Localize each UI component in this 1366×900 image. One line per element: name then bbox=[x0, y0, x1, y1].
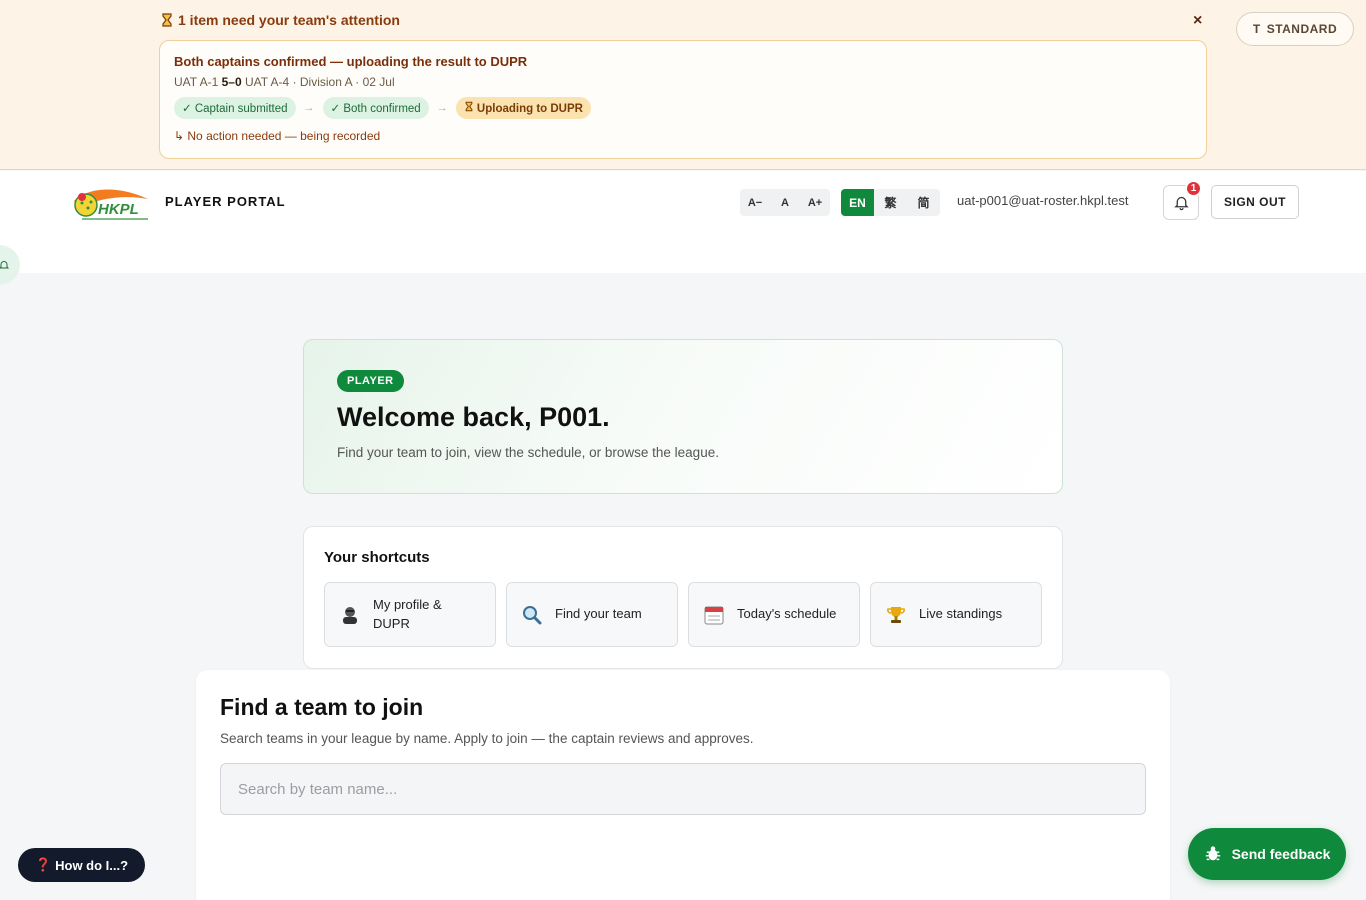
user-email: uat-p001@uat-roster.hkpl.test bbox=[957, 193, 1129, 208]
banner-title: 1 item need your team's attention bbox=[160, 12, 400, 28]
team-search-input[interactable] bbox=[220, 763, 1146, 815]
banner-close-button[interactable]: × bbox=[1193, 12, 1202, 30]
attention-item-card[interactable]: Both captains confirmed — uploading the … bbox=[159, 40, 1207, 159]
trophy-icon bbox=[885, 604, 907, 626]
find-team-subtitle: Search teams in your league by name. App… bbox=[220, 731, 754, 746]
top-header: HKPL PLAYER PORTAL A− A A+ EN 繁 简 uat-p0… bbox=[0, 171, 1366, 273]
hkpl-logo[interactable]: HKPL bbox=[68, 183, 152, 223]
lang-traditional-chinese-button[interactable]: 繁 bbox=[874, 189, 907, 216]
question-mark-icon: ❓ bbox=[34, 857, 52, 872]
step-arrow: → bbox=[303, 102, 315, 114]
font-smaller-button[interactable]: A− bbox=[740, 189, 770, 216]
welcome-heading: Welcome back, P001. bbox=[337, 402, 610, 432]
welcome-subtext: Find your team to join, view the schedul… bbox=[337, 445, 719, 460]
font-size-controls: A− A A+ bbox=[740, 189, 830, 216]
shortcuts-panel: Your shortcuts My profile & DUPR Find yo… bbox=[303, 526, 1063, 669]
shortcut-find-team[interactable]: Find your team bbox=[506, 582, 678, 647]
bug-icon bbox=[1205, 846, 1220, 861]
shortcut-live-standings[interactable]: Live standings bbox=[870, 582, 1042, 647]
find-team-section: Find a team to join Search teams in your… bbox=[196, 670, 1170, 900]
magnifier-icon bbox=[521, 604, 543, 626]
shortcut-todays-schedule[interactable]: Today's schedule bbox=[688, 582, 860, 647]
progress-steps: ✓ Captain submitted → ✓ Both confirmed →… bbox=[174, 97, 1192, 119]
step-both-confirmed: ✓ Both confirmed bbox=[322, 97, 429, 119]
sign-out-button[interactable]: SIGN OUT bbox=[1211, 185, 1299, 219]
hourglass-icon bbox=[162, 13, 172, 27]
role-badge: PLAYER bbox=[337, 370, 404, 392]
font-larger-button[interactable]: A+ bbox=[800, 189, 830, 216]
svg-text:HKPL: HKPL bbox=[98, 201, 139, 218]
bell-icon bbox=[0, 261, 10, 269]
person-icon bbox=[339, 604, 361, 626]
hourglass-icon bbox=[465, 101, 473, 112]
step-captain-submitted: ✓ Captain submitted bbox=[174, 97, 296, 119]
shortcut-my-profile[interactable]: My profile & DUPR bbox=[324, 582, 496, 647]
notification-count-badge: 1 bbox=[1185, 180, 1202, 197]
text-mode-icon: T bbox=[1252, 22, 1261, 36]
step-uploading-dupr: Uploading to DUPR bbox=[455, 97, 591, 119]
lang-en-button[interactable]: EN bbox=[841, 189, 874, 216]
shortcuts-list: My profile & DUPR Find your team Today's… bbox=[324, 582, 1042, 647]
help-button[interactable]: ❓ How do I...? bbox=[18, 848, 145, 882]
step-arrow: → bbox=[436, 102, 448, 114]
bell-icon bbox=[1173, 196, 1189, 211]
find-team-title: Find a team to join bbox=[220, 694, 424, 720]
attention-item-headline: Both captains confirmed — uploading the … bbox=[174, 54, 528, 69]
match-summary: UAT A-1 5–0 UAT A-4 · Division A · 02 Ju… bbox=[174, 75, 395, 89]
font-default-button[interactable]: A bbox=[770, 189, 800, 216]
send-feedback-button[interactable]: Send feedback bbox=[1188, 828, 1346, 880]
calendar-icon bbox=[703, 604, 725, 626]
welcome-card: PLAYER Welcome back, P001. Find your tea… bbox=[303, 339, 1063, 494]
attention-note: ↳ No action needed — being recorded bbox=[174, 129, 381, 143]
lang-simplified-chinese-button[interactable]: 简 bbox=[907, 189, 940, 216]
view-mode-standard-button[interactable]: T STANDARD bbox=[1236, 12, 1354, 46]
language-switcher: EN 繁 简 bbox=[841, 189, 940, 216]
shortcuts-title: Your shortcuts bbox=[324, 549, 430, 566]
attention-banner: 1 item need your team's attention × T ST… bbox=[0, 0, 1366, 170]
portal-label: PLAYER PORTAL bbox=[165, 194, 286, 209]
